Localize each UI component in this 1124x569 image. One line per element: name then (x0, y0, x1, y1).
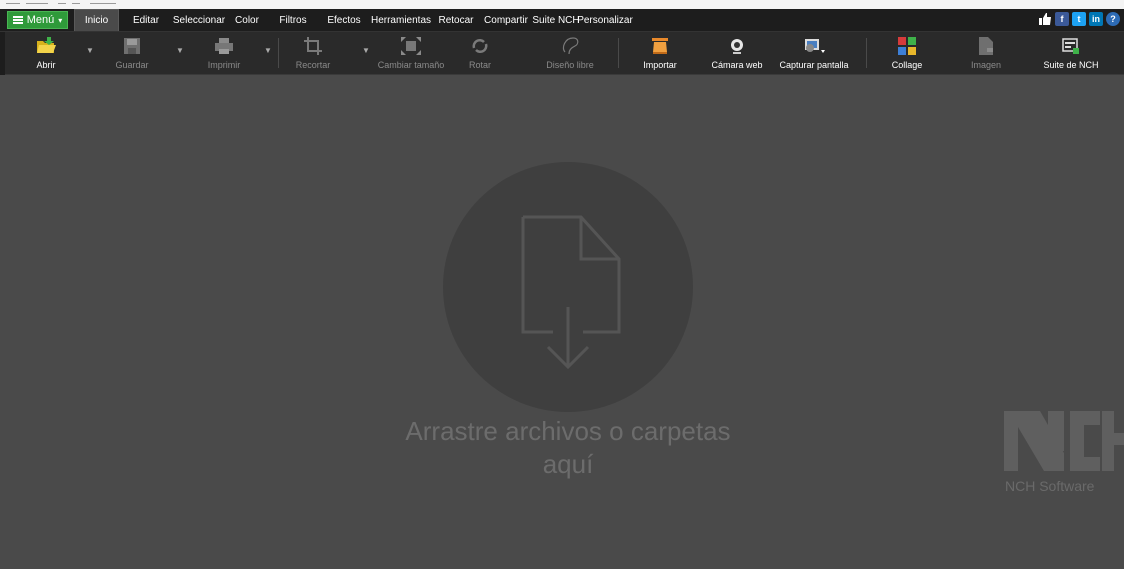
tab-herramientas[interactable]: Herramientas (370, 9, 432, 31)
save-dropdown-icon[interactable]: ▼ (176, 46, 184, 55)
crop-icon (303, 35, 323, 57)
collage-icon (897, 35, 917, 57)
screenshot-button[interactable]: Capturar pantalla (772, 32, 856, 74)
tab-retocar[interactable]: Retocar (436, 9, 476, 31)
import-label: Importar (643, 60, 677, 70)
thumbs-up-icon[interactable] (1038, 12, 1052, 26)
freeform-label: Diseño libre (546, 60, 594, 70)
menu-button[interactable]: Menú ▾ (7, 11, 68, 29)
tab-suite-nch[interactable]: Suite NCH (532, 9, 580, 31)
crop-dropdown-icon[interactable]: ▼ (362, 46, 370, 55)
webcam-icon (727, 35, 747, 57)
tab-color[interactable]: Color (232, 9, 262, 31)
tab-editar[interactable]: Editar (127, 9, 165, 31)
save-button[interactable]: Guardar (112, 32, 152, 74)
chevron-down-icon: ▾ (58, 15, 63, 25)
webcam-button[interactable]: Cámara web (710, 32, 764, 74)
title-mark (26, 3, 48, 4)
resize-button[interactable]: Cambiar tamaño (374, 32, 448, 74)
resize-icon (400, 35, 422, 57)
tab-filtros[interactable]: Filtros (278, 9, 308, 31)
toolbar-separator (618, 38, 619, 68)
nch-software-label: NCH Software (1005, 478, 1095, 494)
drop-instruction-line1: Arrastre archivos o carpetas (405, 416, 731, 446)
image-icon (977, 35, 995, 57)
hamburger-icon (12, 16, 23, 24)
linkedin-icon[interactable]: in (1089, 12, 1103, 26)
tab-personalizar[interactable]: Personalizar (577, 9, 633, 31)
nch-suite-button[interactable]: Suite de NCH (1040, 32, 1102, 74)
title-mark (6, 3, 20, 4)
rotate-button[interactable]: Rotar (462, 32, 498, 74)
title-mark (58, 3, 66, 4)
drop-instruction: Arrastre archivos o carpetas aquí (368, 415, 768, 481)
open-label: Abrir (36, 60, 56, 70)
image-label: Imagen (970, 60, 1002, 70)
toolbar: Abrir ▼ Guardar ▼ Imprimir ▼ Recortar ▼ … (0, 32, 1124, 75)
drop-instruction-line2: aquí (542, 449, 594, 479)
title-strip (0, 0, 1124, 9)
rotate-label: Rotar (468, 60, 491, 70)
print-label: Imprimir (207, 60, 241, 70)
open-dropdown-icon[interactable]: ▼ (86, 46, 94, 55)
tab-compartir[interactable]: Compartir (481, 9, 531, 31)
menu-bar: Menú ▾ Inicio Editar Seleccionar Color F… (0, 9, 1124, 32)
save-label: Guardar (115, 60, 149, 70)
collage-label: Collage (891, 60, 923, 70)
resize-label: Cambiar tamaño (377, 60, 445, 70)
title-mark (72, 3, 80, 4)
screenshot-label: Capturar pantalla (779, 60, 849, 70)
nch-logo (1004, 403, 1124, 473)
drop-zone-circle[interactable] (443, 162, 693, 412)
tab-inicio[interactable]: Inicio (74, 9, 119, 31)
crop-label: Recortar (295, 60, 331, 70)
image-button[interactable]: Imagen (966, 32, 1006, 74)
tab-seleccionar[interactable]: Seleccionar (170, 9, 228, 31)
screen-capture-icon (801, 35, 827, 57)
menu-label: Menú (26, 14, 55, 26)
floppy-disk-icon (123, 35, 141, 57)
document-drop-icon (521, 215, 621, 370)
folder-open-icon (35, 35, 57, 57)
crop-button[interactable]: Recortar (286, 32, 340, 74)
print-dropdown-icon[interactable]: ▼ (264, 46, 272, 55)
nch-suite-icon (1061, 35, 1081, 57)
import-button[interactable]: Importar (638, 32, 682, 74)
social-links: f t in ? (1038, 12, 1120, 26)
facebook-icon[interactable]: f (1055, 12, 1069, 26)
rotate-icon (470, 35, 490, 57)
nch-suite-label: Suite de NCH (1043, 60, 1099, 70)
title-mark (90, 3, 116, 4)
collage-button[interactable]: Collage (884, 32, 930, 74)
freeform-button[interactable]: Diseño libre (540, 32, 600, 74)
toolbar-separator (866, 38, 867, 68)
drop-area[interactable]: Arrastre archivos o carpetas aquí (0, 75, 1124, 569)
twitter-icon[interactable]: t (1072, 12, 1086, 26)
printer-icon (214, 35, 234, 57)
print-button[interactable]: Imprimir (202, 32, 246, 74)
help-icon[interactable]: ? (1106, 12, 1120, 26)
lasso-icon (559, 35, 581, 57)
webcam-label: Cámara web (711, 60, 763, 70)
open-button[interactable]: Abrir (28, 32, 64, 74)
toolbar-separator (278, 38, 279, 68)
tab-efectos[interactable]: Efectos (326, 9, 362, 31)
import-icon (650, 35, 670, 57)
